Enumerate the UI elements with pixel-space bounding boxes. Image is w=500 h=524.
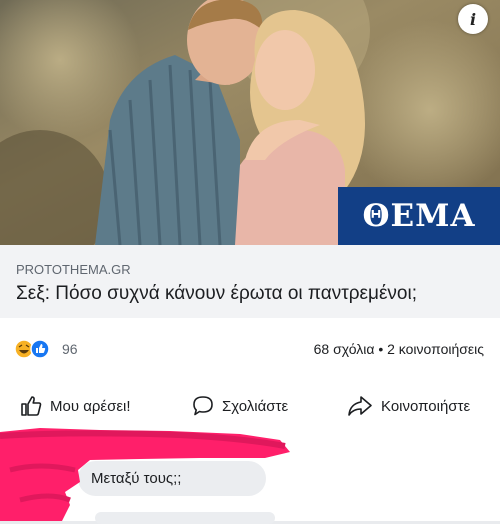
next-comment-bubble[interactable] — [95, 512, 275, 524]
pink-scribble-redaction — [0, 428, 290, 521]
